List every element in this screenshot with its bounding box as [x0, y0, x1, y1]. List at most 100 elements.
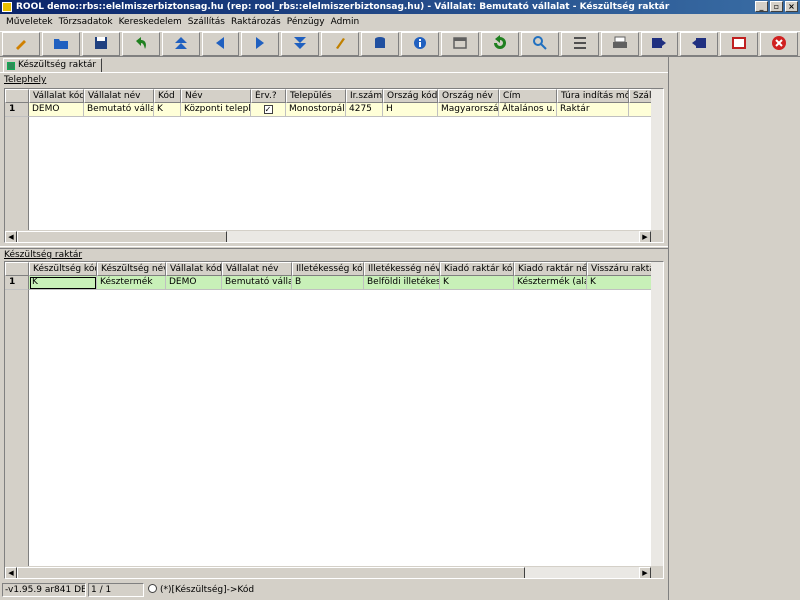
scroll-right-icon[interactable]: ▶: [639, 231, 651, 242]
menu-admin[interactable]: Admin: [328, 14, 363, 30]
close-red-button[interactable]: [760, 32, 799, 56]
table-cell[interactable]: H: [383, 103, 438, 117]
first-record-button[interactable]: [161, 32, 200, 56]
pane-splitter[interactable]: [0, 246, 668, 249]
header-corner: [5, 89, 29, 103]
column-header[interactable]: Visszáru raktár kód: [587, 262, 651, 276]
menu-kereskedelem[interactable]: Kereskedelem: [116, 14, 185, 30]
column-header[interactable]: Túra indítás mód: [557, 89, 629, 103]
window-frame-icon: [731, 35, 747, 54]
import-grid-button[interactable]: [680, 32, 719, 56]
table-cell[interactable]: Monostorpályi: [286, 103, 346, 117]
scroll-right-icon[interactable]: ▶: [639, 567, 651, 578]
column-header[interactable]: Kód: [154, 89, 181, 103]
status-filter[interactable]: (*)[Készültség]->Kód: [146, 583, 666, 597]
column-header[interactable]: Kiadó raktár kód: [440, 262, 514, 276]
list-view-button[interactable]: [560, 32, 599, 56]
print-button[interactable]: [600, 32, 639, 56]
tool-wand-button[interactable]: [2, 32, 40, 56]
column-header[interactable]: Szállít: [629, 89, 651, 103]
menu-muveletek[interactable]: Műveletek: [3, 14, 56, 30]
table-cell[interactable]: DEMO: [166, 276, 222, 290]
column-header[interactable]: Készültség név: [97, 262, 166, 276]
table-row[interactable]: 1KKésztermékDEMOBemutató vállalatBBelföl…: [5, 276, 651, 290]
header-corner: [5, 262, 29, 276]
column-header[interactable]: Cím: [499, 89, 557, 103]
column-header[interactable]: Illetékesség név: [364, 262, 440, 276]
column-header[interactable]: Név: [181, 89, 251, 103]
column-header[interactable]: Kiadó raktár név: [514, 262, 587, 276]
table-cell[interactable]: Raktár: [557, 103, 629, 117]
database-button[interactable]: [361, 32, 400, 56]
table-cell[interactable]: Bemutató vállalat: [84, 103, 154, 117]
table-cell[interactable]: K: [440, 276, 514, 290]
info-icon: [412, 35, 428, 54]
scroll-thumb[interactable]: [17, 567, 525, 578]
export-grid-button[interactable]: [640, 32, 679, 56]
scroll-left-icon[interactable]: ◀: [5, 567, 17, 578]
table-cell[interactable]: Késztermék: [97, 276, 166, 290]
table-cell[interactable]: K: [587, 276, 651, 290]
table-cell[interactable]: K: [29, 276, 97, 290]
column-header[interactable]: Ir.szám: [346, 89, 383, 103]
window-frame-button[interactable]: [720, 32, 759, 56]
table-cell[interactable]: ✓: [251, 103, 286, 117]
keszultseg-section-label: Készültség raktár: [4, 250, 83, 260]
next-record-button[interactable]: [241, 32, 280, 56]
search-button[interactable]: [520, 32, 559, 56]
edit-pencil-button[interactable]: [321, 32, 360, 56]
table-icon: [7, 62, 15, 70]
tab-keszultseg-raktar[interactable]: Készültség raktár: [3, 58, 103, 73]
table-cell[interactable]: DEMO: [29, 103, 84, 117]
scroll-left-icon[interactable]: ◀: [5, 231, 17, 242]
menu-torzsadatok[interactable]: Törzsadatok: [56, 14, 116, 30]
vertical-scrollbar[interactable]: [651, 89, 663, 230]
table-cell[interactable]: Belföldi illetékesség: [364, 276, 440, 290]
table-cell[interactable]: Bemutató vállalat: [222, 276, 292, 290]
menu-szallitas[interactable]: Szállítás: [185, 14, 228, 30]
restore-button[interactable]: ▫: [770, 1, 783, 12]
undo-arrow-button[interactable]: [121, 32, 160, 56]
undo-arrow-icon: [133, 35, 149, 54]
table-cell[interactable]: Központi telephely: [181, 103, 251, 117]
column-header[interactable]: Vállalat név: [222, 262, 292, 276]
close-window-button[interactable]: ×: [785, 1, 798, 12]
column-header[interactable]: Ország kód: [383, 89, 438, 103]
refresh-button[interactable]: [480, 32, 519, 56]
horizontal-scrollbar[interactable]: ◀ ▶: [5, 230, 651, 242]
column-header[interactable]: Vállalat kód: [166, 262, 222, 276]
column-header[interactable]: Település: [286, 89, 346, 103]
vertical-scrollbar[interactable]: [651, 262, 663, 566]
horizontal-scrollbar[interactable]: ◀ ▶: [5, 566, 651, 578]
table-cell[interactable]: Késztermék (alap): [514, 276, 587, 290]
column-header[interactable]: Érv.?: [251, 89, 286, 103]
open-folder-button[interactable]: [41, 32, 80, 56]
column-header[interactable]: Illetékesség kód: [292, 262, 364, 276]
table-cell[interactable]: [629, 103, 651, 117]
refresh-icon: [492, 34, 508, 54]
filter-radio[interactable]: [148, 583, 157, 593]
table-row[interactable]: 1DEMOBemutató vállalatKKözponti telephel…: [5, 103, 651, 117]
column-header[interactable]: Készültség kód: [29, 262, 97, 276]
previous-record-button[interactable]: [201, 32, 240, 56]
table-cell[interactable]: 4275: [346, 103, 383, 117]
form-view-button[interactable]: [440, 32, 479, 56]
telephely-grid[interactable]: Vállalat kód Vállalat név Kód Név Érv.? Telep…: [4, 88, 664, 243]
save-disk-button[interactable]: [81, 32, 120, 56]
column-header[interactable]: Vállalat kód: [29, 89, 84, 103]
menu-penzugy[interactable]: Pénzügy: [284, 14, 328, 30]
active-checkbox[interactable]: ✓: [263, 105, 273, 114]
minimize-button[interactable]: _: [755, 1, 768, 12]
table-cell[interactable]: Magyarország: [438, 103, 499, 117]
column-header[interactable]: Vállalat név: [84, 89, 154, 103]
last-record-button[interactable]: [281, 32, 320, 56]
info-button[interactable]: [401, 32, 439, 56]
database-icon: [372, 35, 388, 54]
keszultseg-grid[interactable]: Készültség kód Készültség név Vállalat kód…: [4, 261, 664, 579]
table-cell[interactable]: B: [292, 276, 364, 290]
menu-raktarozas[interactable]: Raktározás: [228, 14, 284, 30]
table-cell[interactable]: K: [154, 103, 181, 117]
column-header[interactable]: Ország név: [438, 89, 499, 103]
table-cell[interactable]: Általános u. 1: [499, 103, 557, 117]
scroll-thumb[interactable]: [17, 231, 227, 242]
